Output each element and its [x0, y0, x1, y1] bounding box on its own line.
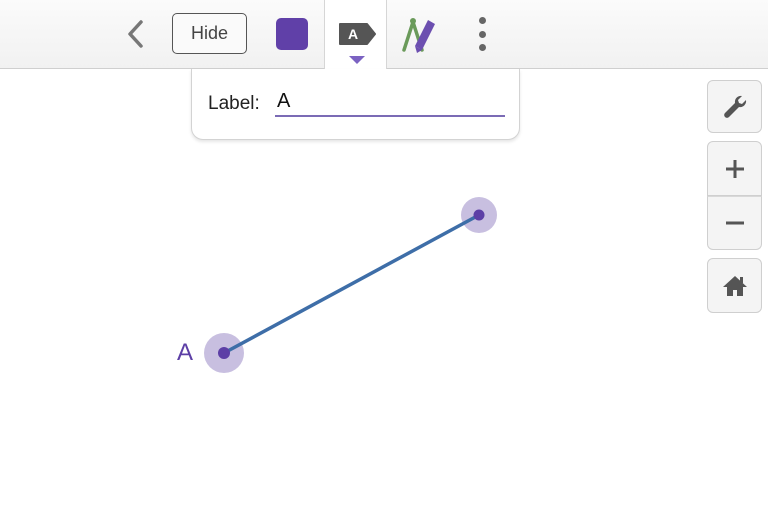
zoom-in-button[interactable] [707, 141, 762, 196]
settings-button[interactable] [707, 80, 762, 133]
plus-icon [725, 159, 744, 178]
zoom-out-button[interactable] [707, 196, 762, 250]
segment[interactable] [222, 213, 481, 355]
home-button[interactable] [707, 258, 762, 313]
home-icon [722, 275, 747, 296]
graphics-canvas[interactable] [0, 0, 768, 513]
point-a[interactable] [218, 347, 230, 359]
point-b[interactable] [473, 209, 485, 221]
point-a-label: A [177, 339, 194, 366]
minus-icon [725, 221, 744, 225]
wrench-icon [723, 95, 746, 118]
